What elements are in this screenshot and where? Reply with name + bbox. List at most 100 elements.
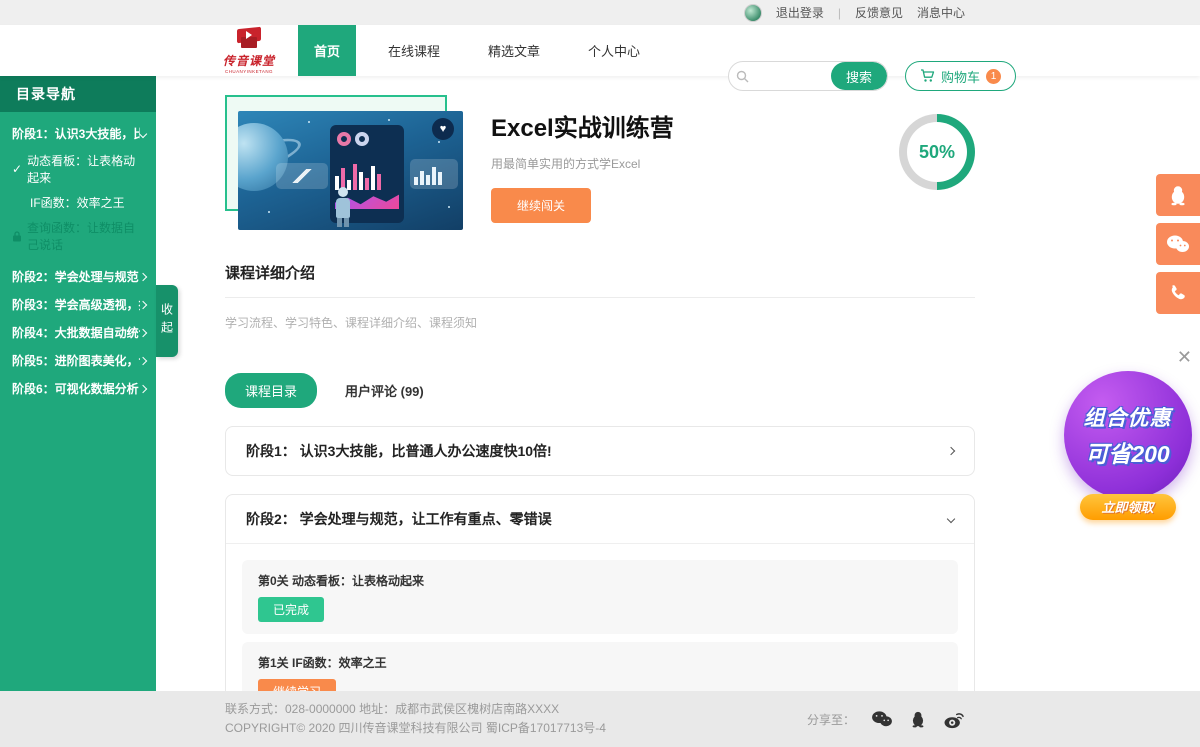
site-logo[interactable]: 传音课堂 CHUANYINKETANG bbox=[218, 28, 280, 75]
course-detail-heading: 课程详细介绍 bbox=[225, 262, 975, 298]
accordion-stage-1: 阶段1： 认识3大技能，比普通人办公速度快10倍! bbox=[225, 426, 975, 476]
chevron-right-icon bbox=[139, 301, 147, 309]
nav-item-home[interactable]: 首页 bbox=[298, 25, 356, 76]
sidebar-stage-1-label: 阶段1：认识3大技能，比普通人... bbox=[12, 127, 140, 141]
qq-icon bbox=[1167, 184, 1189, 206]
accordion-stage-1-title: 阶段1： 认识3大技能，比普通人办公速度快10倍! bbox=[246, 441, 552, 461]
footer-share: 分享至： bbox=[807, 709, 965, 729]
sidebar-lesson-lookup: 查询函数：让数据自己说话 bbox=[0, 215, 156, 257]
check-icon: ✓ bbox=[12, 162, 22, 176]
sidebar-stage-6-label: 阶段6：可视化数据分析，帮老板... bbox=[12, 382, 140, 396]
sidebar-stage-3-label: 阶段3：学会高级透视，拥有同时... bbox=[12, 298, 140, 312]
wechat-contact-button[interactable] bbox=[1156, 223, 1200, 265]
cart-count-badge: 1 bbox=[986, 69, 1001, 84]
logo-cap-icon bbox=[234, 28, 264, 50]
progress-ring-wrap: 50% bbox=[899, 114, 975, 190]
share-label: 分享至： bbox=[807, 711, 855, 728]
promo-line-2: 可省200 bbox=[1085, 435, 1169, 469]
lesson-item: 第0关 动态看板：让表格动起来 已完成 bbox=[242, 560, 958, 634]
chevron-right-icon bbox=[139, 385, 147, 393]
course-info: Excel实战训练营 用最简单实用的方式学Excel 继续闯关 bbox=[491, 90, 674, 230]
search-icon bbox=[729, 62, 755, 90]
content-tabs: 课程目录 用户评论 (99) bbox=[225, 373, 975, 408]
sidebar-stage-3[interactable]: 阶段3：学会高级透视，拥有同时... bbox=[0, 291, 156, 319]
accordion-stage-1-header[interactable]: 阶段1： 认识3大技能，比普通人办公速度快10倍! bbox=[226, 427, 974, 475]
sidebar-stage-5-label: 阶段5：进阶图表美化，让汇报一... bbox=[12, 354, 140, 368]
float-contact-buttons bbox=[1156, 174, 1200, 314]
nav-item-courses[interactable]: 在线课程 bbox=[372, 25, 456, 76]
page: 退出登录 | 反馈意见 消息中心 传音课堂 CHUANYINKETANG 首页 … bbox=[0, 0, 1200, 747]
search-input[interactable] bbox=[755, 62, 831, 90]
chevron-right-icon bbox=[139, 329, 147, 337]
course-image-box: ♥ bbox=[225, 90, 465, 230]
sidebar-lesson-dashboard[interactable]: ✓ 动态看板：让表格动起来 bbox=[0, 148, 156, 190]
course-hero: ♥ Excel实战训练营 用最简单实用的方式学Excel 继续闯关 50% bbox=[225, 90, 975, 230]
sidebar-stage-4-label: 阶段4：大批数据自动统计分析，... bbox=[12, 326, 140, 340]
close-icon[interactable]: ✕ bbox=[1177, 348, 1192, 366]
accordion-stage-2-title: 阶段2： 学会处理与规范，让工作有重点、零错误 bbox=[246, 509, 552, 529]
catalog-sidebar: 目录导航 阶段1：认识3大技能，比普通人... ✓ 动态看板：让表格动起来 IF… bbox=[0, 76, 156, 691]
promo-line-1: 组合优惠 bbox=[1084, 402, 1172, 432]
wechat-icon bbox=[1166, 234, 1190, 254]
cart-icon bbox=[920, 69, 935, 83]
topbar: 退出登录 | 反馈意见 消息中心 bbox=[0, 0, 1200, 25]
footer: 联系方式：028-0000000 地址：成都市武侯区槐树店南路XXXX COPY… bbox=[0, 691, 1200, 747]
sidebar-title: 目录导航 bbox=[0, 76, 156, 112]
sidebar-lesson-if-label: IF函数：效率之王 bbox=[30, 194, 125, 211]
weibo-share-icon[interactable] bbox=[943, 710, 965, 729]
sidebar-stage-1[interactable]: 阶段1：认识3大技能，比普通人... bbox=[0, 120, 156, 148]
main-content: ♥ Excel实战训练营 用最简单实用的方式学Excel 继续闯关 50% 课程… bbox=[225, 90, 975, 747]
sidebar-stage-5[interactable]: 阶段5：进阶图表美化，让汇报一... bbox=[0, 347, 156, 375]
continue-course-button[interactable]: 继续闯关 bbox=[491, 188, 591, 223]
lesson-title: 第1关 IF函数：效率之王 bbox=[258, 654, 942, 671]
main-nav: 首页 在线课程 精选文章 个人中心 bbox=[298, 25, 672, 76]
cart-label: 购物车 bbox=[941, 67, 980, 86]
footer-copyright: COPYRIGHT© 2020 四川传音课堂科技有限公司 蜀ICP备170177… bbox=[225, 719, 606, 738]
favorite-heart-icon[interactable]: ♥ bbox=[432, 118, 454, 140]
feedback-link[interactable]: 反馈意见 bbox=[855, 4, 903, 21]
claim-coupon-button[interactable]: 立即领取 bbox=[1080, 494, 1176, 520]
logout-link[interactable]: 退出登录 bbox=[776, 4, 824, 21]
course-detail-summary: 学习流程、学习特色、课程详细介绍、课程须知 bbox=[225, 314, 975, 331]
course-title: Excel实战训练营 bbox=[491, 108, 674, 143]
sidebar-stage-6[interactable]: 阶段6：可视化数据分析，帮老板... bbox=[0, 375, 156, 403]
topbar-divider: | bbox=[838, 6, 841, 20]
logo-subtitle: CHUANYINKETANG bbox=[221, 69, 277, 74]
course-subtitle: 用最简单实用的方式学Excel bbox=[491, 155, 674, 172]
accordion-stage-2-header[interactable]: 阶段2： 学会处理与规范，让工作有重点、零错误 bbox=[226, 495, 974, 543]
promo-widget: ✕ 组合优惠 可省200 立即领取 bbox=[1055, 345, 1200, 520]
footer-contact: 联系方式：028-0000000 地址：成都市武侯区槐树店南路XXXX bbox=[225, 700, 606, 719]
lock-icon bbox=[12, 231, 22, 242]
wechat-share-icon[interactable] bbox=[871, 710, 893, 728]
chevron-right-icon bbox=[139, 273, 147, 281]
lesson-title: 第0关 动态看板：让表格动起来 bbox=[258, 572, 942, 589]
messages-link[interactable]: 消息中心 bbox=[917, 4, 965, 21]
promo-bubble[interactable]: 组合优惠 可省200 bbox=[1064, 371, 1192, 499]
progress-percent-label: 50% bbox=[899, 114, 975, 190]
user-avatar[interactable] bbox=[744, 4, 762, 22]
sidebar-lesson-if[interactable]: IF函数：效率之王 bbox=[0, 190, 156, 215]
chevron-right-icon bbox=[139, 357, 147, 365]
course-cover-image[interactable]: ♥ bbox=[238, 111, 463, 230]
phone-contact-button[interactable] bbox=[1156, 272, 1200, 314]
tab-comments[interactable]: 用户评论 (99) bbox=[345, 381, 424, 400]
logo-title: 传音课堂 bbox=[218, 52, 280, 69]
cart-button[interactable]: 购物车 1 bbox=[905, 61, 1016, 91]
sidebar-lesson-dashboard-label: 动态看板：让表格动起来 bbox=[27, 152, 146, 186]
chevron-down-icon bbox=[947, 515, 955, 523]
sidebar-collapse-button[interactable]: 收起 bbox=[156, 285, 178, 357]
qq-contact-button[interactable] bbox=[1156, 174, 1200, 216]
chevron-down-icon bbox=[139, 130, 147, 138]
lesson-status-badge-done[interactable]: 已完成 bbox=[258, 597, 324, 622]
phone-icon bbox=[1168, 283, 1188, 303]
qq-share-icon[interactable] bbox=[909, 709, 927, 729]
sidebar-lesson-lookup-label: 查询函数：让数据自己说话 bbox=[27, 219, 146, 253]
search-bar: 搜索 bbox=[728, 61, 888, 91]
sidebar-stage-4[interactable]: 阶段4：大批数据自动统计分析，... bbox=[0, 319, 156, 347]
tab-catalog[interactable]: 课程目录 bbox=[225, 373, 317, 408]
chevron-right-icon bbox=[947, 447, 955, 455]
nav-item-profile[interactable]: 个人中心 bbox=[572, 25, 656, 76]
nav-item-articles[interactable]: 精选文章 bbox=[472, 25, 556, 76]
search-button[interactable]: 搜索 bbox=[831, 62, 887, 90]
sidebar-stage-2[interactable]: 阶段2：学会处理与规范，让工作... bbox=[0, 263, 156, 291]
